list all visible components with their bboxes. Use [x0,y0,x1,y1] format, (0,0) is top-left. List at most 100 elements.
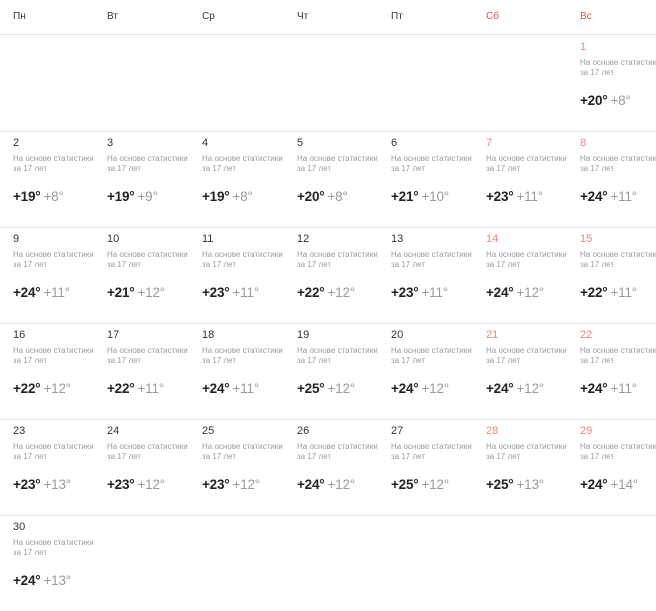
day-cell[interactable]: 9 На основе статистики за 17 лет +24° +11° [13,227,107,323]
day-number: 24 [107,425,120,437]
temperature-range: +22° +11° [580,285,637,300]
temperature-range: +21° +12° [107,285,165,300]
temp-min: +10° [421,189,450,204]
day-cell[interactable]: 8 На основе статистики за 17 лет +24°+11° [580,131,656,227]
temp-min: +11° [232,381,260,396]
statistics-note: На основе статистики за 17 лет [297,442,378,461]
temperature-range: +20° +8° [297,189,348,204]
statistics-note: На основе статистики за 17 лет [107,250,188,269]
weekday-header: Пн Вт Ср Чт Пт Сб Вс [0,0,656,35]
day-cell[interactable]: 5 На основе статистики за 17 лет +20° +8° [297,131,391,227]
day-number: 28 [486,425,499,437]
day-cell[interactable]: 7 На основе статистики за 17 лет +23° +11° [486,131,580,227]
weekday-label: Вс [580,11,592,22]
temperature-range: +22° +12° [297,285,355,300]
day-cell[interactable]: 1 На основе статистики за 17 лет +20°+8° [580,35,656,131]
statistics-note: На основе статистики за 17 лет [391,154,472,173]
day-cell[interactable]: 15 На основе статистики за 17 лет +22°+11° [580,227,656,323]
temp-max: +24° [13,285,41,300]
day-cell[interactable]: 24 На основе статистики за 17 лет +23° +12° [107,419,201,515]
temp-max: +25° [486,477,514,492]
day-number: 19 [297,329,310,341]
temp-max: +19° [13,189,41,204]
day-cell[interactable]: 10 На основе статистики за 17 лет +21° +12° [107,227,201,323]
temp-max: +21° [107,285,135,300]
temperature-range: +23° +12° [202,477,260,492]
statistics-note: На основе статистики за 17 лет [202,346,283,365]
day-cell[interactable]: 13 На основе статистики за 17 лет +23° +11° [391,227,485,323]
day-cell[interactable]: 6 На основе статистики за 17 лет +21° +10° [391,131,485,227]
day-number: 9 [13,233,20,245]
week-row: 2 На основе статистики за 17 лет +19° +8° 3 Н… [0,131,656,228]
day-number: 5 [297,137,304,149]
day-cell[interactable]: 29 На основе статистики за 17 лет +24°+14° [580,419,656,515]
temp-min: +9° [137,189,158,204]
day-cell[interactable]: 19 На основе статистики за 17 лет +25° +12° [297,323,391,419]
day-cell[interactable]: 28 На основе статистики за 17 лет +25° +13° [486,419,580,515]
day-cell[interactable]: 30 На основе статистики за 17 лет +24° +13° [13,515,107,611]
day-number: 14 [486,233,499,245]
statistics-note: На основе статистики за 17 лет [580,58,656,77]
day-number: 1 [580,41,587,53]
temperature-range: +25° +12° [391,477,449,492]
day-cell[interactable]: 16 На основе статистики за 17 лет +22° +12° [13,323,107,419]
day-cell[interactable]: 26 На основе статистики за 17 лет +24° +12° [297,419,391,515]
temp-max: +24° [297,477,325,492]
day-cell[interactable]: 23 На основе статистики за 17 лет +23° +13° [13,419,107,515]
statistics-note: На основе статистики за 17 лет [202,442,283,461]
temp-min: +12° [421,381,450,396]
day-cell[interactable]: 21 На основе статистики за 17 лет +24° +12° [486,323,580,419]
temp-min: +13° [43,573,72,588]
temp-max: +22° [580,285,608,300]
temp-max: +23° [486,189,514,204]
temperature-range: +24° +11° [202,381,259,396]
statistics-note: На основе статистики за 17 лет [202,154,283,173]
temp-min: +12° [421,477,450,492]
statistics-note: На основе статистики за 17 лет [486,250,567,269]
day-cell[interactable]: 2 На основе статистики за 17 лет +19° +8° [13,131,107,227]
temp-max: +23° [107,477,135,492]
statistics-note: На основе статистики за 17 лет [580,346,656,365]
day-cell[interactable]: 27 На основе статистики за 17 лет +25° +12° [391,419,485,515]
temperature-range: +24° +12° [297,477,355,492]
week-row: 23 На основе статистики за 17 лет +23° +13°… [0,419,656,516]
day-cell[interactable]: 12 На основе статистики за 17 лет +22° +12° [297,227,391,323]
day-cell[interactable]: 14 На основе статистики за 17 лет +24° +12° [486,227,580,323]
temp-max: +22° [297,285,325,300]
statistics-note: На основе статистики за 17 лет [580,442,656,461]
statistics-note: На основе статистики за 17 лет [13,154,94,173]
day-cell[interactable]: 17 На основе статистики за 17 лет +22° +11° [107,323,201,419]
temp-min: +8° [43,189,64,204]
temp-min: +12° [516,381,545,396]
temp-max: +20° [297,189,325,204]
day-cell[interactable]: 20 На основе статистики за 17 лет +24° +12° [391,323,485,419]
temp-min: +11° [43,285,71,300]
temp-min: +13° [516,477,545,492]
day-cell[interactable]: 25 На основе статистики за 17 лет +23° +12° [202,419,296,515]
temp-min: +8° [327,189,348,204]
weekday-label: Сб [486,11,499,22]
day-number: 23 [13,425,26,437]
temperature-range: +24° +14° [580,477,638,492]
temp-max: +24° [486,381,514,396]
temp-max: +24° [580,189,608,204]
temp-max: +20° [580,93,608,108]
day-cell[interactable]: 11 На основе статистики за 17 лет +23° +11° [202,227,296,323]
temperature-range: +23° +12° [107,477,165,492]
day-cell[interactable]: 22 На основе статистики за 17 лет +24°+11° [580,323,656,419]
day-cell[interactable]: 3 На основе статистики за 17 лет +19° +9° [107,131,201,227]
temperature-range: +25° +13° [486,477,544,492]
temp-max: +24° [580,381,608,396]
temp-min: +12° [137,285,166,300]
temperature-range: +19° +8° [13,189,64,204]
temp-min: +12° [232,477,261,492]
statistics-note: На основе статистики за 17 лет [486,346,567,365]
temp-min: +12° [327,477,356,492]
statistics-note: На основе статистики за 17 лет [13,346,94,365]
day-cell[interactable]: 4 На основе статистики за 17 лет +19° +8° [202,131,296,227]
temperature-range: +24° +12° [486,285,544,300]
temp-min: +14° [610,477,639,492]
temperature-range: +20° +8° [580,93,631,108]
day-cell[interactable]: 18 На основе статистики за 17 лет +24° +11° [202,323,296,419]
day-number: 26 [297,425,310,437]
